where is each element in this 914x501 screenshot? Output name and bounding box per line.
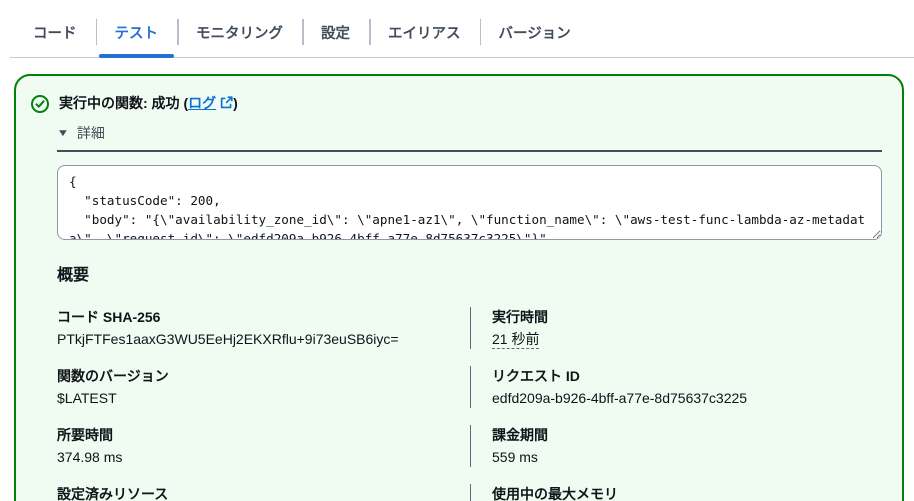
field-code-sha256: コード SHA-256 PTkjFTFes1aaxG3WU5EeHj2EKXRf… <box>57 307 470 349</box>
external-link-icon[interactable] <box>220 94 233 114</box>
field-label: 課金期間 <box>492 427 548 443</box>
field-value: 21 秒前 <box>492 329 882 349</box>
field-label: 実行時間 <box>492 309 548 325</box>
field-label: 関数のバージョン <box>57 368 169 384</box>
field-label: 所要時間 <box>57 427 113 443</box>
field-billed-duration: 課金期間 559 ms <box>470 425 882 467</box>
field-resources-configured: 設定済みリソース 128 MB <box>57 484 470 501</box>
field-label: コード SHA-256 <box>57 309 161 325</box>
field-label: 使用中の最大メモリ <box>492 486 618 501</box>
details-toggle-label: 詳細 <box>76 125 105 141</box>
field-value: 374.98 ms <box>57 449 123 465</box>
execution-time-tooltip-trigger[interactable]: 21 秒前 <box>492 331 540 349</box>
tab-test[interactable]: テスト <box>95 10 178 58</box>
summary-section: 概要 コード SHA-256 PTkjFTFes1aaxG3WU5EeHj2EK… <box>57 261 882 501</box>
details-section: ▼ 詳細 { "statusCode": 200, "body": "{\"av… <box>57 121 882 240</box>
summary-grid: コード SHA-256 PTkjFTFes1aaxG3WU5EeHj2EKXRf… <box>57 307 882 501</box>
field-label: リクエスト ID <box>492 368 580 384</box>
status-title: 実行中の関数: 成功 <box>59 95 180 111</box>
caret-down-icon: ▼ <box>56 127 70 139</box>
summary-heading: 概要 <box>57 267 90 284</box>
execution-response-textarea[interactable]: { "statusCode": 200, "body": "{\"availab… <box>57 165 882 240</box>
tab-versions[interactable]: バージョン <box>479 10 590 57</box>
function-tabs: コード テスト モニタリング 設定 エイリアス バージョン <box>10 10 914 58</box>
field-value: PTkjFTFes1aaxG3WU5EeHj2EKXRflu+9i73euSB6… <box>57 331 399 347</box>
success-check-icon <box>30 94 50 114</box>
test-result-success-panel: 実行中の関数: 成功 (ログ ) ▼ 詳細 { "statusCode": 20… <box>14 74 904 501</box>
field-function-version: 関数のバージョン $LATEST <box>57 366 470 408</box>
log-link[interactable]: ログ <box>188 95 216 111</box>
tab-monitoring[interactable]: モニタリング <box>177 10 302 57</box>
field-max-memory-used: 使用中の最大メモリ 52 MB <box>470 484 882 501</box>
result-status-text: 実行中の関数: 成功 (ログ ) <box>59 93 238 114</box>
details-body: { "statusCode": 200, "body": "{\"availab… <box>57 150 882 240</box>
field-request-id: リクエスト ID edfd209a-b926-4bff-a77e-8d75637… <box>470 366 882 408</box>
field-value: edfd209a-b926-4bff-a77e-8d75637c3225 <box>492 390 748 406</box>
field-execution-time: 実行時間 21 秒前 <box>470 307 882 349</box>
field-value: $LATEST <box>57 390 117 406</box>
paren-close: ) <box>233 95 238 111</box>
field-label: 設定済みリソース <box>57 486 169 501</box>
details-toggle[interactable]: ▼ 詳細 <box>57 121 105 150</box>
tab-settings[interactable]: 設定 <box>302 10 369 57</box>
tab-code[interactable]: コード <box>14 10 96 57</box>
result-status-header: 実行中の関数: 成功 (ログ ) <box>30 93 882 114</box>
field-duration: 所要時間 374.98 ms <box>57 425 470 467</box>
field-value: 559 ms <box>492 449 538 465</box>
tab-aliases[interactable]: エイリアス <box>369 10 480 57</box>
